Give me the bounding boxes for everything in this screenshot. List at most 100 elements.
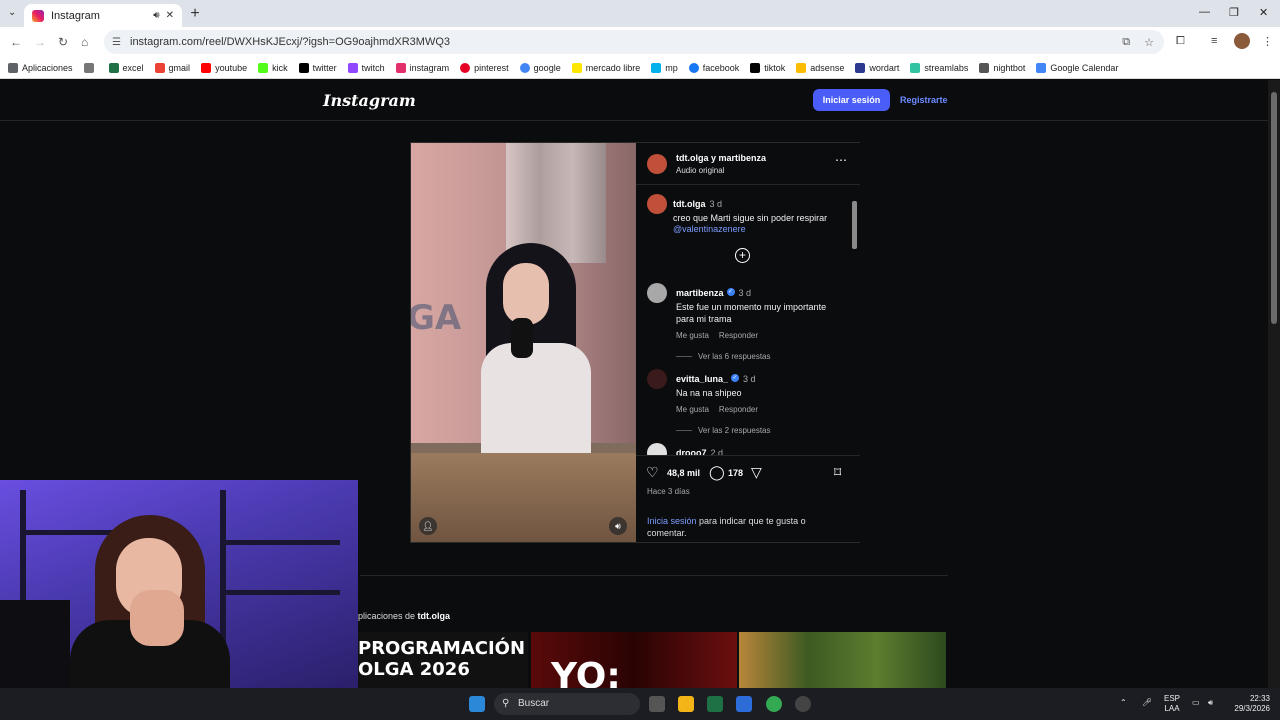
network-icon[interactable]: ▭ <box>1192 698 1200 708</box>
like-comment-link[interactable]: Me gusta <box>676 405 709 414</box>
bookmark-mercado-libre[interactable]: mercado libre <box>571 62 640 73</box>
bookmark-star-icon[interactable]: ☆ <box>1144 36 1154 49</box>
windows-start-icon[interactable] <box>469 696 485 712</box>
restore-icon[interactable]: ❐ <box>1229 6 1239 19</box>
page-scrollbar[interactable] <box>1268 80 1280 688</box>
tray-overflow-icon[interactable]: ⌃ <box>1120 698 1127 708</box>
comment-avatar[interactable] <box>647 443 667 455</box>
install-app-icon[interactable]: ⧉ <box>1122 36 1130 49</box>
clock[interactable]: 22:33 29/3/2026 <box>1226 694 1270 714</box>
language-indicator[interactable]: ESP LAA <box>1164 694 1180 714</box>
profile-avatar[interactable] <box>1234 33 1250 49</box>
post-thumbnail[interactable]: YO: <box>531 632 737 688</box>
reading-list-icon[interactable]: ≡ <box>1211 35 1217 47</box>
back-icon[interactable]: ← <box>10 35 22 49</box>
reel-video[interactable]: GA 👤︎ 🔊︎ <box>411 143 636 542</box>
bookmark-google[interactable]: google <box>519 62 561 73</box>
extensions-icon[interactable]: ⧠ <box>1176 35 1185 48</box>
excel-app-icon[interactable] <box>707 696 723 712</box>
site-info-icon[interactable]: ☰ <box>112 37 124 48</box>
new-tab-button[interactable]: + <box>186 5 204 23</box>
comment-user[interactable]: drooo7 <box>676 448 707 455</box>
audio-label[interactable]: Audio original <box>676 166 724 175</box>
store-app-icon[interactable] <box>736 696 752 712</box>
more-posts-user[interactable]: tdt.olga <box>418 611 451 621</box>
reply-link[interactable]: Responder <box>719 331 758 340</box>
minimize-icon[interactable]: — <box>1199 6 1210 18</box>
close-window-icon[interactable]: ✕ <box>1259 6 1268 19</box>
register-link[interactable]: Registrarte <box>900 89 948 111</box>
bookmark-apps-grid[interactable] <box>83 62 98 73</box>
bookmark-nightbot[interactable]: nightbot <box>979 62 1025 73</box>
mute-icon[interactable]: 🔊︎ <box>609 517 627 535</box>
instagram-logo[interactable]: Instagram <box>323 91 416 110</box>
bookmark-twitter[interactable]: twitter <box>298 62 337 73</box>
taskbar-search[interactable]: ⚲ Buscar <box>494 693 640 715</box>
bookmark-instagram[interactable]: instagram <box>395 62 449 73</box>
file-explorer-icon[interactable] <box>678 696 694 712</box>
caption-user[interactable]: tdt.olga <box>673 199 706 209</box>
obs-app-icon[interactable] <box>795 696 811 712</box>
microphone-icon[interactable]: 🎤︎ <box>1142 698 1152 708</box>
comments-scrollbar[interactable] <box>850 189 858 455</box>
reload-icon[interactable]: ↻ <box>58 35 68 49</box>
view-replies-link[interactable]: Ver las 2 respuestas <box>698 426 770 435</box>
view-replies-link[interactable]: Ver las 6 respuestas <box>698 352 770 361</box>
comment-avatar[interactable] <box>647 283 667 303</box>
comment-avatar[interactable] <box>647 369 667 389</box>
tagged-user-icon[interactable]: 👤︎ <box>419 517 437 535</box>
bookmark-kick[interactable]: kick <box>258 62 288 73</box>
bookmark-aplicaciones[interactable]: Aplicaciones <box>8 62 73 73</box>
login-inline-link[interactable]: Inicia sesión <box>647 516 697 526</box>
bookmark-streamlabs[interactable]: streamlabs <box>910 62 968 73</box>
bookmark-google-calendar[interactable]: Google Calendar <box>1036 62 1118 73</box>
caption-mention[interactable]: @valentinazenere <box>673 224 843 234</box>
volume-icon[interactable]: 🔊︎ <box>1208 698 1213 708</box>
reply-link[interactable]: Responder <box>719 405 758 414</box>
tab-instagram[interactable]: Instagram 🔊︎ ✕ <box>24 4 182 27</box>
comment-user[interactable]: martibenza <box>676 288 724 298</box>
forward-icon[interactable]: → <box>34 35 46 49</box>
save-bookmark-icon[interactable]: ⌑ <box>834 464 841 481</box>
bookmark-mp[interactable]: mp <box>651 62 678 73</box>
bookmark-facebook[interactable]: facebook <box>688 62 739 73</box>
load-more-comments-icon[interactable]: + <box>735 248 750 263</box>
login-button[interactable]: Iniciar sesión <box>813 89 890 111</box>
clock-time: 22:33 <box>1249 694 1270 703</box>
bookmark-wordart[interactable]: wordart <box>855 62 899 73</box>
chrome-app-icon[interactable] <box>766 696 782 712</box>
bookmark-pinterest[interactable]: pinterest <box>460 62 509 73</box>
video-table <box>411 453 636 542</box>
webcam-overlay <box>0 480 358 690</box>
post-thumbnail[interactable] <box>739 632 946 688</box>
like-heart-icon[interactable]: ♡ <box>646 464 659 481</box>
comment-bubble-icon[interactable]: ◯ <box>709 464 725 481</box>
bookmark-gmail[interactable]: gmail <box>154 62 190 73</box>
more-options-icon[interactable]: ⋯ <box>835 153 848 167</box>
page-scroll-thumb[interactable] <box>1271 92 1277 324</box>
bookmark-twitch[interactable]: twitch <box>347 62 385 73</box>
search-icon: ⚲ <box>502 698 510 709</box>
address-bar[interactable]: ☰ instagram.com/reel/DWXHsKJEcxj/?igsh=O… <box>104 30 1164 54</box>
post-authors[interactable]: tdt.olga y martibenza <box>676 153 766 163</box>
comments-scroll-thumb[interactable] <box>852 201 857 249</box>
bookmark-excel[interactable]: excel <box>108 62 144 73</box>
bookmark-tiktok[interactable]: tiktok <box>750 62 785 73</box>
task-view-icon[interactable] <box>649 696 665 712</box>
replies-line <box>676 356 692 358</box>
menu-kebab-icon[interactable]: ⋮ <box>1262 35 1273 48</box>
share-send-icon[interactable]: ▽ <box>751 464 762 481</box>
bookmark-adsense[interactable]: adsense <box>796 62 844 73</box>
tab-search-icon[interactable]: ⌄ <box>8 7 16 18</box>
post-thumbnail[interactable]: PROGRAMACIÓN OLGA 2026 <box>358 632 528 688</box>
login-prompt: Inicia sesión para indicar que te gusta … <box>647 515 847 539</box>
home-icon[interactable]: ⌂ <box>81 35 88 49</box>
bookmark-youtube[interactable]: youtube <box>201 62 247 73</box>
author-avatar[interactable] <box>647 154 667 174</box>
caption-avatar[interactable] <box>647 194 667 214</box>
speaker-icon[interactable]: 🔊︎ <box>153 10 159 21</box>
close-tab-icon[interactable]: ✕ <box>166 10 174 21</box>
likes-count[interactable]: 48,8 mil <box>667 468 700 478</box>
like-comment-link[interactable]: Me gusta <box>676 331 709 340</box>
comment-user[interactable]: evitta_luna_ <box>676 374 728 384</box>
